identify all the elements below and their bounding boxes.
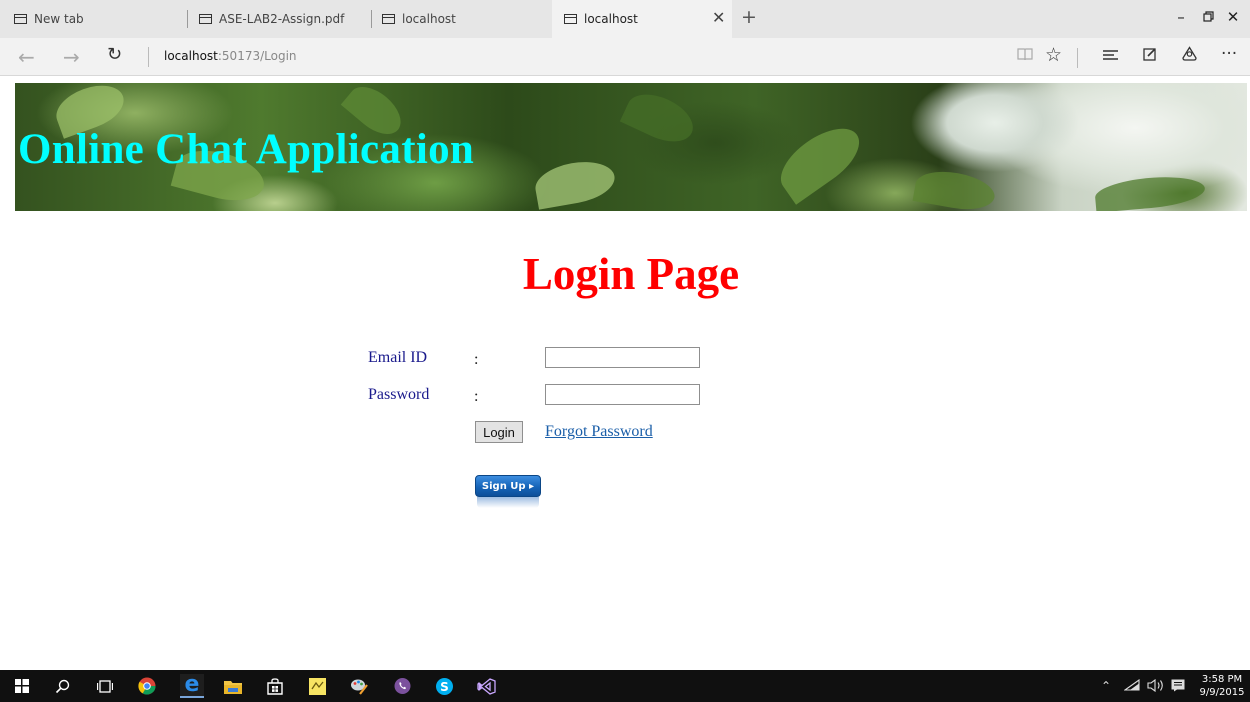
reading-view-icon[interactable]	[1017, 46, 1033, 66]
tab-page-icon	[199, 14, 212, 24]
forward-icon[interactable]: →	[63, 45, 80, 69]
login-button[interactable]: Login	[475, 421, 523, 443]
email-label: Email ID	[368, 349, 428, 366]
svg-text:S: S	[440, 680, 449, 694]
search-icon[interactable]	[52, 676, 72, 696]
close-icon[interactable]: ✕	[1222, 8, 1244, 26]
clock-time: 3:58 PM	[1201, 674, 1243, 685]
tab-title: localhost	[402, 12, 456, 26]
favorite-star-icon[interactable]: ☆	[1045, 44, 1062, 66]
tab-separator	[187, 10, 188, 28]
minimize-icon[interactable]: –	[1170, 8, 1192, 26]
tab-localhost-active[interactable]: localhost	[552, 0, 732, 38]
show-hidden-icon[interactable]: ⌃	[1101, 679, 1111, 693]
password-field[interactable]	[545, 384, 700, 405]
notifications-icon[interactable]	[1171, 679, 1185, 695]
hub-icon[interactable]	[1102, 46, 1119, 66]
header-banner: Online Chat Application	[15, 83, 1247, 211]
more-icon[interactable]: ···	[1221, 44, 1237, 64]
back-icon[interactable]: ←	[18, 45, 35, 69]
page-title: Login Page	[522, 249, 740, 299]
sign-up-reflection	[477, 497, 539, 508]
file-explorer-icon[interactable]	[223, 676, 243, 696]
url-path: :50173/Login	[217, 49, 297, 63]
leaf-decoration	[912, 166, 998, 211]
divider	[148, 47, 149, 67]
leaf-decoration	[1093, 173, 1207, 211]
clock-date: 9/9/2015	[1199, 687, 1245, 698]
email-colon: :	[474, 351, 479, 368]
visual-studio-icon[interactable]	[476, 676, 496, 696]
tab-localhost[interactable]: localhost	[382, 0, 550, 38]
paint-icon[interactable]	[349, 676, 369, 696]
url-host: localhost	[164, 49, 218, 63]
web-note-icon[interactable]	[1143, 46, 1157, 66]
tab-title: localhost	[584, 12, 638, 26]
taskbar: e S ⌃ 3:58 PM 9/9/2015	[0, 670, 1250, 702]
password-colon: :	[474, 388, 479, 405]
tab-title: New tab	[34, 12, 84, 26]
leaf-decoration	[770, 116, 870, 205]
leaf-decoration	[619, 85, 701, 151]
share-icon[interactable]	[1181, 46, 1198, 67]
tab-new-tab[interactable]: New tab	[14, 0, 184, 38]
clock[interactable]: 3:58 PM 9/9/2015	[1199, 673, 1245, 699]
start-icon[interactable]	[12, 676, 32, 696]
password-label: Password	[368, 386, 430, 403]
divider	[1077, 48, 1078, 68]
leaf-decoration	[532, 156, 618, 210]
tab-pdf[interactable]: ASE-LAB2-Assign.pdf	[199, 0, 367, 38]
chrome-icon[interactable]	[137, 676, 157, 696]
edge-icon[interactable]: e	[180, 674, 204, 698]
banner-title: Online Chat Application	[18, 126, 475, 173]
skype-icon[interactable]: S	[434, 676, 454, 696]
tab-page-icon	[564, 14, 577, 24]
forgot-password-link[interactable]: Forgot Password	[545, 423, 653, 441]
wifi-icon[interactable]	[1123, 678, 1140, 694]
tab-page-icon	[14, 14, 27, 24]
tab-bar: New tab ASE-LAB2-Assign.pdf localhost lo…	[0, 0, 1250, 38]
tab-title: ASE-LAB2-Assign.pdf	[219, 12, 345, 26]
tab-separator	[371, 10, 372, 28]
refresh-icon[interactable]: ↻	[107, 44, 122, 65]
tab-close-icon[interactable]: ✕	[712, 8, 725, 27]
restore-icon[interactable]	[1197, 8, 1219, 26]
address-bar: ← → ↻ localhost:50173/Login ☆ ···	[0, 38, 1250, 76]
url-field[interactable]: localhost:50173/Login	[164, 49, 297, 63]
email-field[interactable]	[545, 347, 700, 368]
plus-icon[interactable]: +	[741, 6, 757, 28]
volume-icon[interactable]	[1147, 678, 1165, 695]
tab-page-icon	[382, 14, 395, 24]
store-icon[interactable]	[265, 676, 285, 696]
sign-up-button[interactable]: Sign Up ▸	[475, 475, 541, 497]
sticky-notes-icon[interactable]	[307, 676, 327, 696]
viber-icon[interactable]	[392, 676, 412, 696]
task-view-icon[interactable]	[95, 676, 115, 696]
